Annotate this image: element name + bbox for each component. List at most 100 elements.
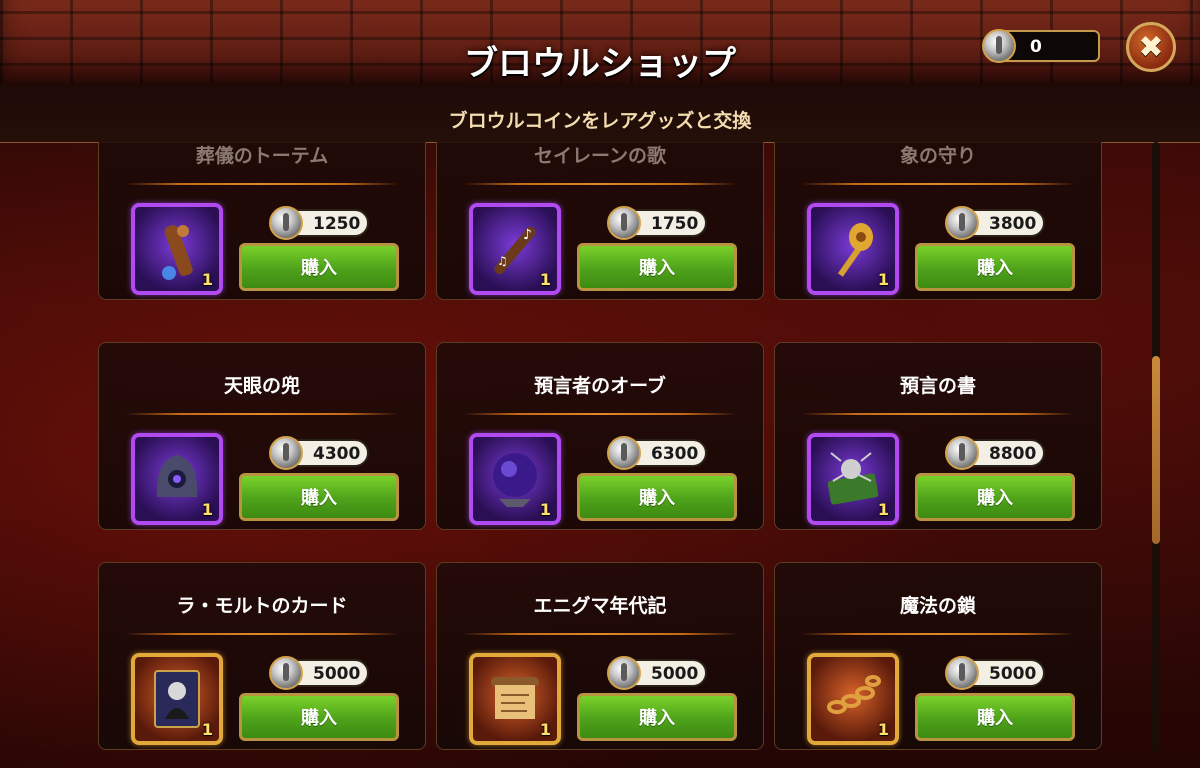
item-slot[interactable]: 1 <box>469 433 561 525</box>
buy-button[interactable]: 購入 <box>239 243 399 291</box>
item-name: 葬儀のトーテム <box>195 145 329 167</box>
price-value: 4300 <box>313 444 361 464</box>
item-price: 4300 <box>269 436 369 470</box>
buy-button[interactable]: 購入 <box>577 473 737 521</box>
shop-item-card: 魔法の鎖 1 5000 購入 <box>774 562 1102 750</box>
buy-button[interactable]: 購入 <box>915 473 1075 521</box>
item-price: 5000 <box>607 656 707 690</box>
brawl-coin-balance: 0 <box>1030 37 1042 57</box>
divider <box>801 633 1075 635</box>
item-price: 5000 <box>945 656 1045 690</box>
item-quantity: 1 <box>201 270 213 289</box>
item-slot[interactable]: 1 <box>807 203 899 295</box>
siren-flute-icon: ♪ ♫ <box>494 226 536 275</box>
death-card-icon <box>154 670 200 728</box>
scrollbar-thumb[interactable] <box>1152 356 1160 544</box>
item-name: 預言の書 <box>899 375 976 397</box>
item-name: 魔法の鎖 <box>899 595 976 617</box>
totem-staff-icon <box>162 225 193 280</box>
item-slot[interactable]: 1 <box>131 203 223 295</box>
enigma-scroll-icon <box>491 677 539 719</box>
item-quantity: 1 <box>201 500 213 519</box>
magic-chain-icon <box>827 675 881 714</box>
divider <box>125 633 399 635</box>
shop-item-card: ラ・モルトのカード 1 5000 購入 <box>98 562 426 750</box>
item-quantity: 1 <box>201 720 213 739</box>
price-value: 8800 <box>989 444 1037 464</box>
item-price: 5000 <box>269 656 369 690</box>
shop-item-card: 預言の書 1 8800 購入 <box>774 342 1102 530</box>
brawl-coin-icon <box>607 436 641 470</box>
brawl-coin-icon <box>982 29 1016 63</box>
divider <box>125 183 399 185</box>
shop-subtitle: ブロウルコインをレアグッズと交換 <box>448 110 752 132</box>
item-quantity: 1 <box>539 270 551 289</box>
divider <box>463 633 737 635</box>
item-quantity: 1 <box>877 500 889 519</box>
brawl-coin-icon <box>945 206 979 240</box>
brawl-coin-icon <box>607 206 641 240</box>
item-slot[interactable]: 1 <box>807 653 899 745</box>
brawl-coin-counter: 0 <box>982 29 1100 63</box>
brawl-coin-icon <box>607 656 641 690</box>
shop-item-list[interactable]: 葬儀のトーテム 1 1250 購入 セイレーンの歌 ♪ ♫ 1 1750 購入 … <box>0 142 1200 768</box>
buy-button[interactable]: 購入 <box>915 243 1075 291</box>
svg-text:♫: ♫ <box>497 254 508 268</box>
shop-item-card: セイレーンの歌 ♪ ♫ 1 1750 購入 <box>436 142 764 300</box>
item-name: 象の守り <box>899 145 976 167</box>
shop-item-card: 天眼の兜 1 4300 購入 <box>98 342 426 530</box>
brawl-coin-icon <box>269 656 303 690</box>
item-slot[interactable]: 1 <box>807 433 899 525</box>
svg-text:♪: ♪ <box>523 227 532 243</box>
buy-button[interactable]: 購入 <box>577 243 737 291</box>
buy-button[interactable]: 購入 <box>239 473 399 521</box>
item-quantity: 1 <box>539 720 551 739</box>
eye-helmet-icon <box>156 455 198 497</box>
item-price: 3800 <box>945 206 1045 240</box>
divider <box>463 413 737 415</box>
item-slot[interactable]: ♪ ♫ 1 <box>469 203 561 295</box>
item-price: 8800 <box>945 436 1045 470</box>
item-name: セイレーンの歌 <box>533 145 667 167</box>
item-quantity: 1 <box>877 720 889 739</box>
prophecy-book-icon <box>827 452 879 505</box>
item-quantity: 1 <box>877 270 889 289</box>
item-price: 6300 <box>607 436 707 470</box>
divider <box>801 183 1075 185</box>
brawl-coin-icon <box>269 206 303 240</box>
price-value: 1750 <box>651 214 699 234</box>
prophet-orb-icon <box>493 453 537 507</box>
price-value: 5000 <box>651 664 699 684</box>
shop-item-card: 葬儀のトーテム 1 1250 購入 <box>98 142 426 300</box>
price-value: 1250 <box>313 214 361 234</box>
item-price: 1250 <box>269 206 369 240</box>
price-value: 5000 <box>989 664 1037 684</box>
elephant-amulet-icon <box>837 223 873 277</box>
brawl-coin-icon <box>945 436 979 470</box>
shop-item-card: 象の守り 1 3800 購入 <box>774 142 1102 300</box>
item-name: エニグマ年代記 <box>533 595 667 617</box>
buy-button[interactable]: 購入 <box>239 693 399 741</box>
item-slot[interactable]: 1 <box>131 433 223 525</box>
shop-item-card: エニグマ年代記 1 5000 購入 <box>436 562 764 750</box>
buy-button[interactable]: 購入 <box>577 693 737 741</box>
brawl-coin-icon <box>945 656 979 690</box>
item-slot[interactable]: 1 <box>469 653 561 745</box>
brawl-coin-icon <box>269 436 303 470</box>
price-value: 3800 <box>989 214 1037 234</box>
item-quantity: 1 <box>539 500 551 519</box>
close-icon: ✖ <box>1138 29 1164 65</box>
shop-item-card: 預言者のオーブ 1 6300 購入 <box>436 342 764 530</box>
buy-button[interactable]: 購入 <box>915 693 1075 741</box>
price-value: 6300 <box>651 444 699 464</box>
divider <box>125 413 399 415</box>
item-name: 預言者のオーブ <box>534 375 666 397</box>
item-price: 1750 <box>607 206 707 240</box>
price-value: 5000 <box>313 664 361 684</box>
item-name: 天眼の兜 <box>223 375 300 397</box>
close-button[interactable]: ✖ <box>1126 22 1176 72</box>
divider <box>801 413 1075 415</box>
item-name: ラ・モルトのカード <box>176 595 348 617</box>
item-slot[interactable]: 1 <box>131 653 223 745</box>
divider <box>463 183 737 185</box>
